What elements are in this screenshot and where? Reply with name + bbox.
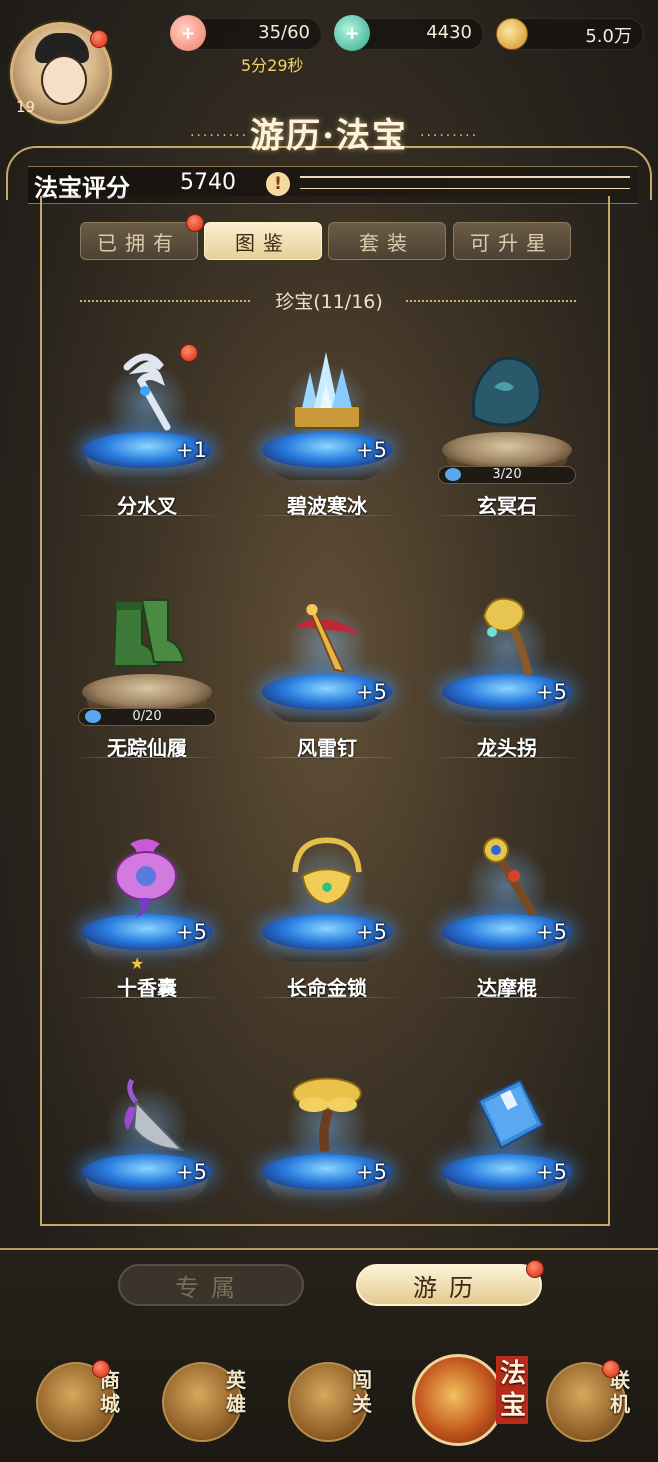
- treasure-gourd-icon: [412, 1354, 504, 1446]
- subtab-exclusive[interactable]: 专属: [118, 1264, 304, 1306]
- upgrade-level: +5: [356, 920, 387, 944]
- upgrade-level: +5: [536, 920, 567, 944]
- shard-progress: 0/20: [78, 708, 216, 726]
- upgrade-level: +5: [176, 920, 207, 944]
- treasure-item[interactable]: +5 风雷钉: [252, 582, 422, 782]
- treasure-item[interactable]: +5 长命金锁: [252, 822, 422, 1022]
- tab-sets[interactable]: 套装: [328, 222, 446, 260]
- nav-label: 闯关: [352, 1368, 372, 1416]
- golden-lock-icon: [282, 826, 372, 922]
- money-tree-icon: [282, 1066, 372, 1162]
- nav-label: 英雄: [226, 1368, 246, 1416]
- upgrade-level: +5: [536, 1160, 567, 1184]
- tab-catalog[interactable]: 图鉴: [204, 222, 322, 260]
- stamina-timer: 5分29秒: [241, 56, 304, 75]
- treasure-item[interactable]: +5 碧波寒冰: [252, 340, 422, 540]
- treasure-item[interactable]: 3/20 玄冥石: [432, 340, 602, 540]
- nav-treasure[interactable]: 法宝: [408, 1354, 528, 1448]
- star-icon: ★: [130, 954, 145, 973]
- nav-hero[interactable]: 英雄: [156, 1358, 254, 1448]
- nav-badge: [602, 1360, 620, 1378]
- ice-crystal-icon: [282, 344, 372, 440]
- score-value: 5740: [180, 170, 236, 195]
- jade-plus-icon[interactable]: +: [334, 15, 370, 51]
- treasure-item[interactable]: +5 达摩棍: [432, 822, 602, 1022]
- coins-value: 5.0万: [585, 26, 632, 47]
- coin-icon: [496, 18, 528, 50]
- spade-icon: [102, 1066, 192, 1162]
- upgrade-level: +1: [176, 438, 207, 462]
- dragon-staff-icon: [462, 586, 552, 682]
- face-icon: [41, 55, 87, 105]
- nav-badge: [92, 1360, 110, 1378]
- item-badge: [180, 344, 198, 362]
- tab-owned-badge: [186, 214, 204, 232]
- treasure-item[interactable]: +5: [252, 1062, 422, 1262]
- nav-label: 法宝: [496, 1356, 528, 1424]
- subtab-travel[interactable]: 游历: [356, 1264, 542, 1306]
- upgrade-level: +5: [356, 438, 387, 462]
- subtab-travel-badge: [526, 1260, 544, 1278]
- treasure-item[interactable]: +1 分水叉: [72, 340, 242, 540]
- bottom-divider: [0, 1248, 658, 1250]
- upgrade-level: +5: [356, 1160, 387, 1184]
- thunder-nail-icon: [282, 586, 372, 682]
- treasure-item[interactable]: 0/20 无踪仙履: [72, 582, 242, 782]
- stamina-value: 35/60: [258, 22, 310, 43]
- treasure-item[interactable]: +5: [72, 1062, 242, 1262]
- tab-owned[interactable]: 已拥有: [80, 222, 198, 260]
- upgrade-level: +5: [536, 680, 567, 704]
- boots-icon: [102, 586, 192, 682]
- nav-multiplayer[interactable]: 联机: [540, 1358, 638, 1448]
- tab-upgradable[interactable]: 可升星: [453, 222, 571, 260]
- section-title: 珍宝(11/16): [275, 291, 383, 313]
- trident-icon: [102, 344, 192, 440]
- dharma-staff-icon: [462, 826, 552, 922]
- treasure-item[interactable]: +5 龙头拐: [432, 582, 602, 782]
- jade-value: 4430: [426, 22, 472, 43]
- upgrade-level: +5: [176, 1160, 207, 1184]
- nav-shop[interactable]: 商城: [30, 1358, 128, 1448]
- info-icon[interactable]: !: [266, 172, 290, 196]
- treasure-item[interactable]: +5: [432, 1062, 602, 1262]
- scripture-book-icon: [462, 1066, 552, 1162]
- nav-stages[interactable]: 闯关: [282, 1358, 380, 1448]
- shard-progress: 3/20: [438, 466, 576, 484]
- upgrade-level: +5: [356, 680, 387, 704]
- treasure-item[interactable]: +5 ★ 十香囊: [72, 822, 242, 1022]
- peach-plus-icon[interactable]: +: [170, 15, 206, 51]
- scent-pouch-icon: [102, 826, 192, 922]
- dark-stone-icon: [462, 344, 552, 440]
- page-title: 游历·法宝: [250, 116, 408, 156]
- avatar-notification-dot: [90, 30, 108, 48]
- score-decor-lines: [300, 176, 630, 189]
